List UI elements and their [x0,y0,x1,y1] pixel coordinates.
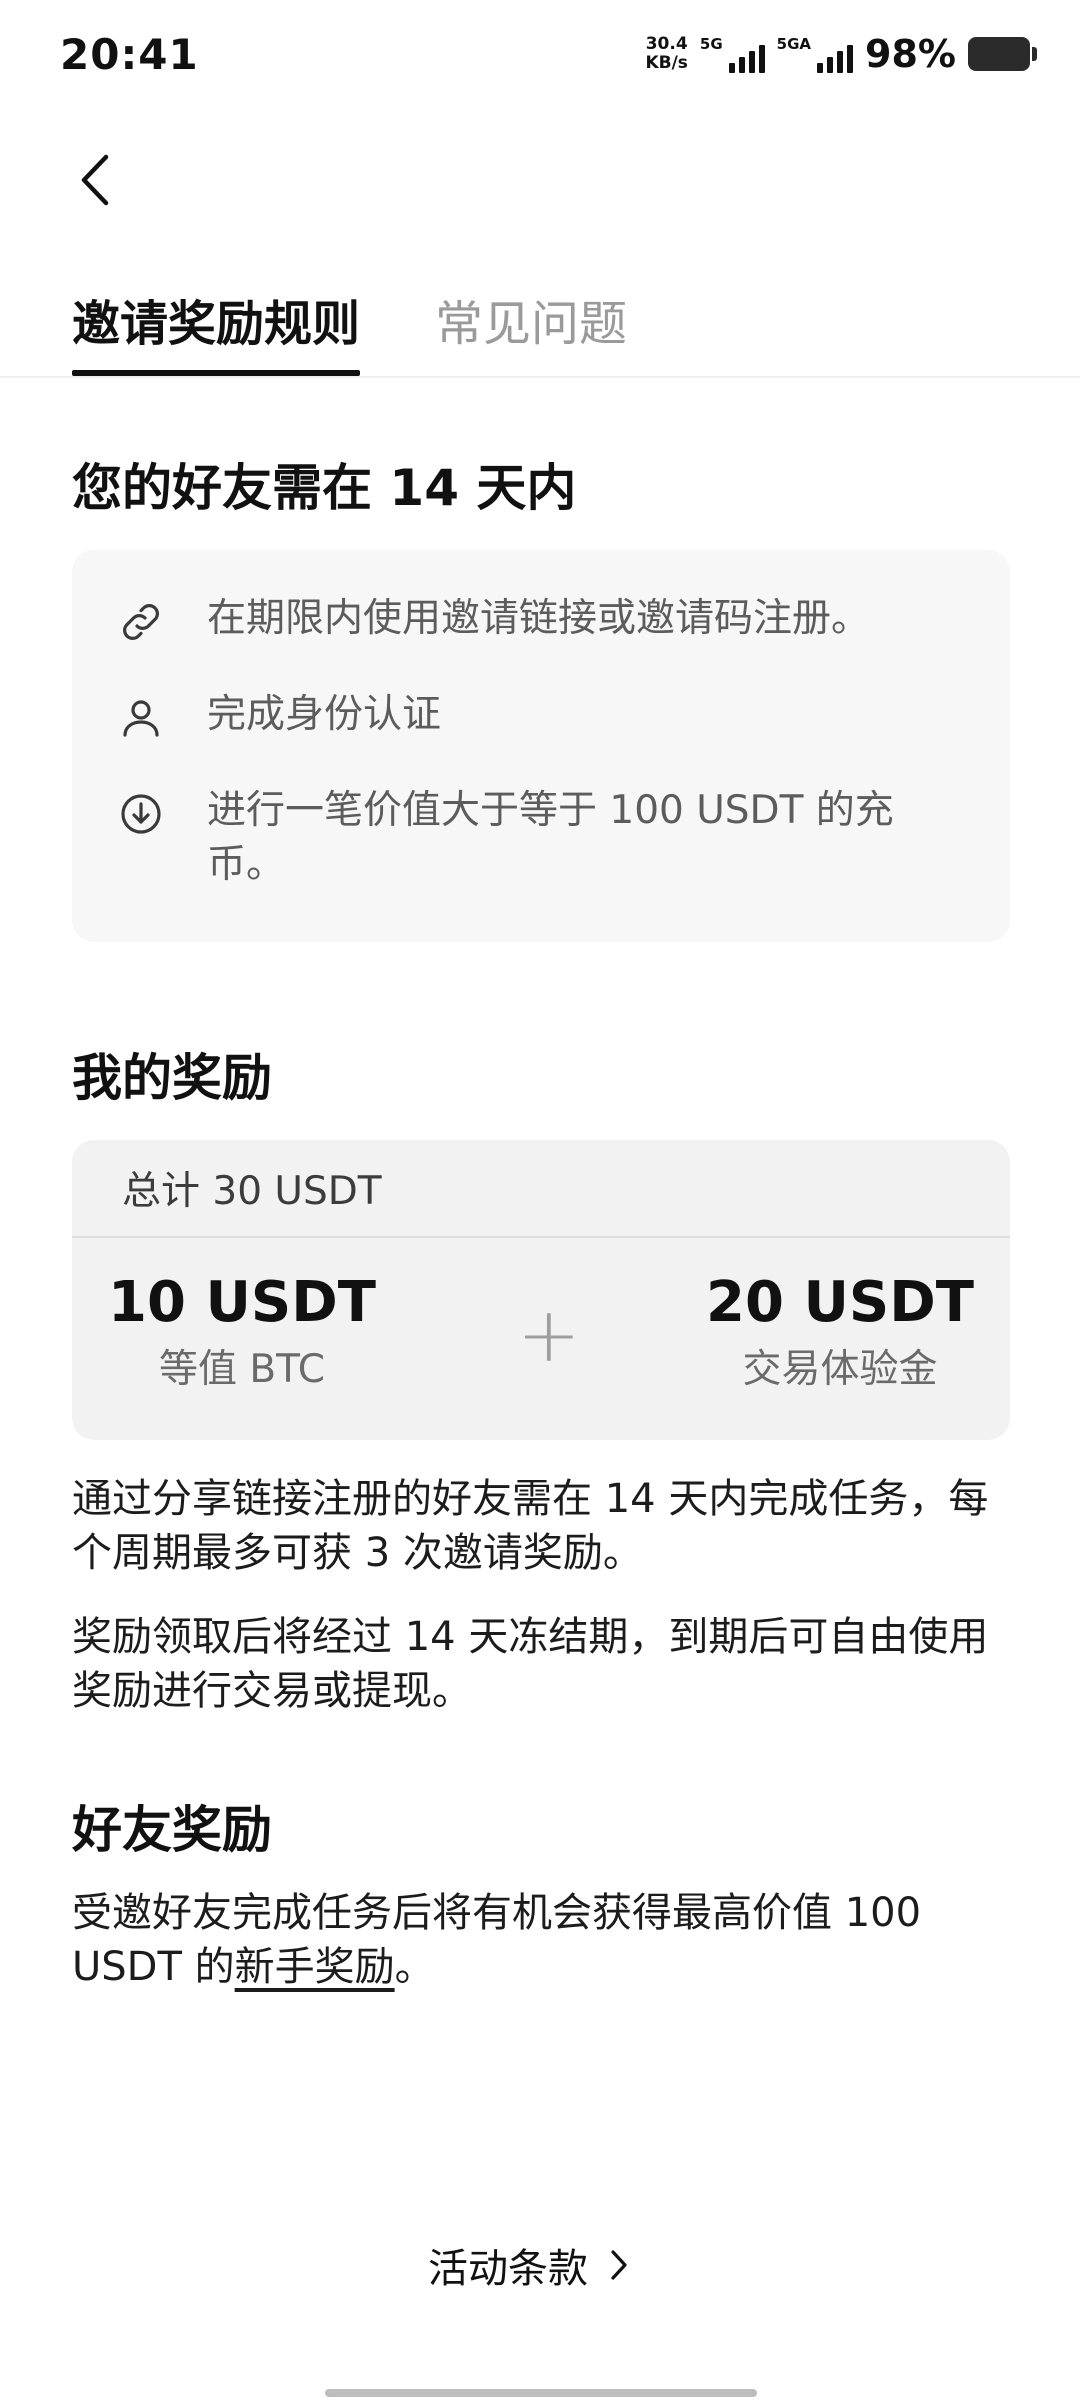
reward-trial-fund: 20 USDT 交易体验金 [670,1270,1010,1394]
requirements-card: 在期限内使用邀请链接或邀请码注册。 完成身份认证 进行一笔价值大于等于 100 … [72,550,1010,942]
tab-faq[interactable]: 常见问题 [435,284,627,354]
plus-icon: + [517,1290,581,1379]
network-speed-value: 30.4 [645,34,688,54]
chevron-right-icon [611,2250,627,2280]
friend-reward-title: 好友奖励 [72,1801,272,1859]
reward-btc: 10 USDT 等值 BTC [72,1270,412,1394]
reward-trial-amount: 20 USDT [706,1270,974,1335]
status-bar: 20:41 30.4 KB/s 5G 5GA 98% [0,0,1080,110]
reward-total: 总计 30 USDT [122,1169,382,1214]
network-speed: 30.4 KB/s [645,35,687,73]
deposit-icon [121,794,161,834]
my-rewards-title: 我的奖励 [72,1049,272,1107]
reward-btc-amount: 10 USDT [108,1270,376,1335]
friend-reward-text-main: 受邀好友完成任务后将有机会获得最高价值 100 USDT 的 [72,1890,922,1990]
link-icon [123,604,159,640]
newbie-reward-link[interactable]: 新手奖励 [235,1944,395,1990]
rewards-card: 总计 30 USDT 10 USDT 等值 BTC + 20 USDT 交易体验… [72,1140,1010,1440]
requirement-text: 完成身份认证 [207,692,442,737]
battery-percent: 98% [865,32,956,76]
requirement-item: 在期限内使用邀请链接或邀请码注册。 [117,592,927,646]
activity-terms-link[interactable]: 活动条款 [428,2236,628,2294]
friend-reward-text: 受邀好友完成任务后将有机会获得最高价值 100 USDT 的新手奖励。 [72,1886,1012,1994]
requirement-text: 进行一笔价值大于等于 100 USDT 的充币。 [207,788,894,887]
reward-freeze-text: 奖励领取后将经过 14 天冻结期，到期后可自由使用奖励进行交易或提现。 [72,1614,989,1714]
page: 20:41 30.4 KB/s 5G 5GA 98% 邀请奖励规则 常见问题 您… [0,0,1080,2400]
back-button[interactable] [70,150,120,210]
tab-bar: 邀请奖励规则 常见问题 [0,270,1080,378]
signal-5ga-icon: 5GA [776,35,854,73]
requirements-title: 您的好友需在 14 天内 [72,459,577,517]
requirement-text: 在期限内使用邀请链接或邀请码注册。 [207,596,871,641]
network-speed-unit: KB/s [645,53,688,73]
signal-5g-icon: 5G [700,35,765,73]
reward-btc-label: 等值 BTC [159,1347,325,1392]
chevron-left-icon [81,154,109,206]
battery-icon [968,37,1037,71]
home-indicator[interactable] [325,2389,757,2397]
requirement-item: 完成身份认证 [117,688,927,742]
reward-trial-label: 交易体验金 [742,1347,938,1392]
activity-terms-label: 活动条款 [428,2246,588,2292]
friend-reward-text-end: 。 [394,1944,435,1990]
user-icon [123,700,159,737]
status-time: 20:41 [60,30,199,79]
divider [72,1236,1010,1238]
signal-5ga-label: 5GA [776,35,812,53]
requirement-item: 进行一笔价值大于等于 100 USDT 的充币。 [117,784,927,892]
reward-rule-text: 通过分享链接注册的好友需在 14 天内完成任务，每个周期最多可获 3 次邀请奖励… [72,1476,989,1576]
signal-5g-label: 5G [699,35,723,53]
tab-invite-rules[interactable]: 邀请奖励规则 [72,284,360,354]
status-icons: 30.4 KB/s 5G 5GA 98% [645,32,1037,76]
active-tab-indicator [72,370,360,376]
